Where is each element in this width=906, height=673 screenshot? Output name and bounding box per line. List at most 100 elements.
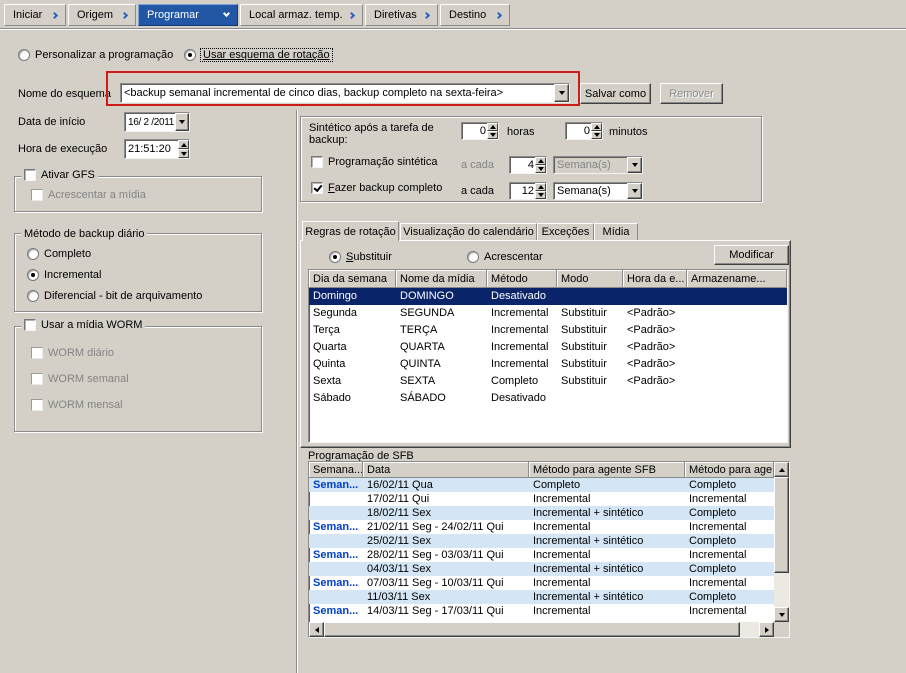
sfb-row[interactable]: 11/03/11 SexIncremental + sintéticoCompl… [309,590,774,604]
sfb-row[interactable]: 17/02/11 QuiIncrementalIncremental [309,492,774,506]
spinner-up-button[interactable] [535,157,546,165]
rotation-row-quinta[interactable]: QuintaQUINTAIncrementalSubstituir<Padrão… [309,356,787,373]
tab-regras-rotacao[interactable]: Regras de rotação [302,221,399,241]
rotation-row-domingo[interactable]: DomingoDOMINGODesativado [309,288,787,305]
worm-monthly-checkbox[interactable]: WORM mensal [31,399,123,411]
sfb-row[interactable]: 04/03/11 SexIncremental + sintéticoCompl… [309,562,774,576]
wizard-tab-origem[interactable]: Origem [68,4,136,26]
dropdown-arrow-button[interactable] [175,113,189,131]
spinner-down-button[interactable] [535,165,546,173]
worm-checkbox[interactable]: Usar a mídia WORM [21,318,145,332]
wizard-tab-destino[interactable]: Destino [440,4,510,26]
cell-mode [557,390,623,407]
column-header-metodo[interactable]: Método [487,270,557,288]
synthetic-after-label-line1: Sintético após a tarefa de [309,122,434,134]
rotation-row-terca[interactable]: TerçaTERÇAIncrementalSubstituir<Padrão> [309,322,787,339]
column-header-dia[interactable]: Dia da semana [309,270,396,288]
cell-mode [557,288,623,305]
checkbox-icon [31,399,43,411]
column-header-metodo-agente[interactable]: Método para age... [685,462,774,478]
column-header-armazenamento[interactable]: Armazename... [687,270,787,288]
spinner-down-button[interactable] [591,131,602,139]
sfb-row[interactable]: Seman...28/02/11 Seg - 03/03/11 QuiIncre… [309,548,774,562]
spinner-up-button[interactable] [591,123,602,131]
wizard-tab-diretivas[interactable]: Diretivas [365,4,438,26]
synthetic-minutes-spinner[interactable]: 0 [565,122,603,140]
rotation-row-quarta[interactable]: QuartaQUARTAIncrementalSubstituir<Padrão… [309,339,787,356]
checkbox-icon [311,156,323,168]
minutes-label: minutos [609,126,648,138]
synthetic-every-spinner[interactable]: 4 [509,156,547,174]
column-header-semana[interactable]: Semana... [309,462,363,478]
tab-excecoes[interactable]: Exceções [537,223,594,240]
full-every-spinner[interactable]: 12 [509,182,547,200]
worm-daily-checkbox[interactable]: WORM diário [31,347,114,359]
spinner-down-button[interactable] [178,149,189,158]
scrollbar-thumb[interactable] [774,477,789,573]
wizard-tab-local-armaz[interactable]: Local armaz. temp. [240,4,363,26]
radio-completo[interactable]: Completo [27,248,91,260]
scrollbar-up-button[interactable] [774,462,789,477]
scrollbar-thumb[interactable] [324,622,740,637]
column-header-hora[interactable]: Hora da e... [623,270,687,288]
scrollbar-right-button[interactable] [759,622,774,637]
exec-time-spinner[interactable]: 21:51:20 [124,139,190,159]
wizard-tab-iniciar[interactable]: Iniciar [4,4,66,26]
spinner-down-button[interactable] [535,191,546,199]
radio-acrescentar[interactable]: Acrescentar [467,251,543,263]
cell-method-agent: Incremental [685,520,774,534]
synthetic-hours-spinner[interactable]: 0 [461,122,499,140]
tab-visualizacao-calendario[interactable]: Visualização do calendário [400,223,537,240]
vertical-scrollbar[interactable] [774,462,789,622]
start-date-picker[interactable]: 16/ 2 /2011 [124,112,190,132]
spinner-up-button[interactable] [487,123,498,131]
scrollbar-down-button[interactable] [774,607,789,622]
tab-midia[interactable]: Mídia [594,223,638,240]
radio-personalizar-programacao[interactable]: Personalizar a programação [18,49,173,61]
tab-label: Regras de rotação [305,226,396,238]
radio-substituir[interactable]: Substituir [329,251,392,263]
rotation-row-sexta[interactable]: SextaSEXTACompletoSubstituir<Padrão> [309,373,787,390]
dropdown-arrow-button[interactable] [627,157,642,173]
cell-date: 07/03/11 Seg - 10/03/11 Qui [363,576,529,590]
radio-diferencial[interactable]: Diferencial - bit de arquivamento [27,290,202,302]
full-unit-combobox[interactable]: Semana(s) [553,182,643,200]
radio-incremental[interactable]: Incremental [27,269,101,281]
wizard-tab-programar[interactable]: Programar [138,4,238,26]
sfb-row[interactable]: 25/02/11 SexIncremental + sintéticoCompl… [309,534,774,548]
sfb-row[interactable]: Seman...21/02/11 Seg - 24/02/11 QuiIncre… [309,520,774,534]
rotation-row-segunda[interactable]: SegundaSEGUNDAIncrementalSubstituir<Padr… [309,305,787,322]
remove-button[interactable]: Remover [660,83,723,104]
modify-label: Modificar [729,249,774,261]
column-header-data[interactable]: Data [363,462,529,478]
tabbar-separator [0,28,906,30]
rotation-row-sabado[interactable]: SábadoSÁBADODesativado [309,390,787,407]
gfs-checkbox[interactable]: Ativar GFS [21,168,98,182]
sfb-row[interactable]: Seman...14/03/11 Seg - 17/03/11 QuiIncre… [309,604,774,618]
spinner-up-button[interactable] [178,140,189,149]
scheme-name-combobox[interactable]: <backup semanal incremental de cinco dia… [120,83,570,103]
save-as-button[interactable]: Salvar como [580,83,651,104]
dropdown-arrow-button[interactable] [554,84,569,102]
sfb-row[interactable]: 18/02/11 SexIncremental + sintéticoCompl… [309,506,774,520]
spinner-up-button[interactable] [535,183,546,191]
dropdown-arrow-button[interactable] [627,183,642,199]
full-backup-checkbox[interactable]: Fazer backup completo [311,182,442,194]
radio-usar-esquema-rotacao[interactable]: Usar esquema de rotação [184,49,332,61]
horizontal-scrollbar[interactable] [309,622,774,637]
sfb-row[interactable]: Seman...07/03/11 Seg - 10/03/11 QuiIncre… [309,576,774,590]
spinner-down-button[interactable] [487,131,498,139]
worm-weekly-checkbox[interactable]: WORM semanal [31,373,129,385]
column-header-modo[interactable]: Modo [557,270,623,288]
column-header-midia[interactable]: Nome da mídia [396,270,487,288]
modify-button[interactable]: Modificar [714,245,789,265]
caret-right-icon [765,627,769,633]
scrollbar-left-button[interactable] [309,622,324,637]
append-media-checkbox[interactable]: Acrescentar a mídia [31,189,146,201]
every-label: a cada [461,159,494,171]
synthetic-unit-combobox[interactable]: Semana(s) [553,156,643,174]
cell-method-agent: Completo [685,506,774,520]
sfb-row[interactable]: Seman...16/02/11 QuaCompletoCompleto [309,478,774,492]
column-header-metodo-sfb[interactable]: Método para agente SFB [529,462,685,478]
synthetic-schedule-checkbox[interactable]: Programação sintética [311,156,437,168]
